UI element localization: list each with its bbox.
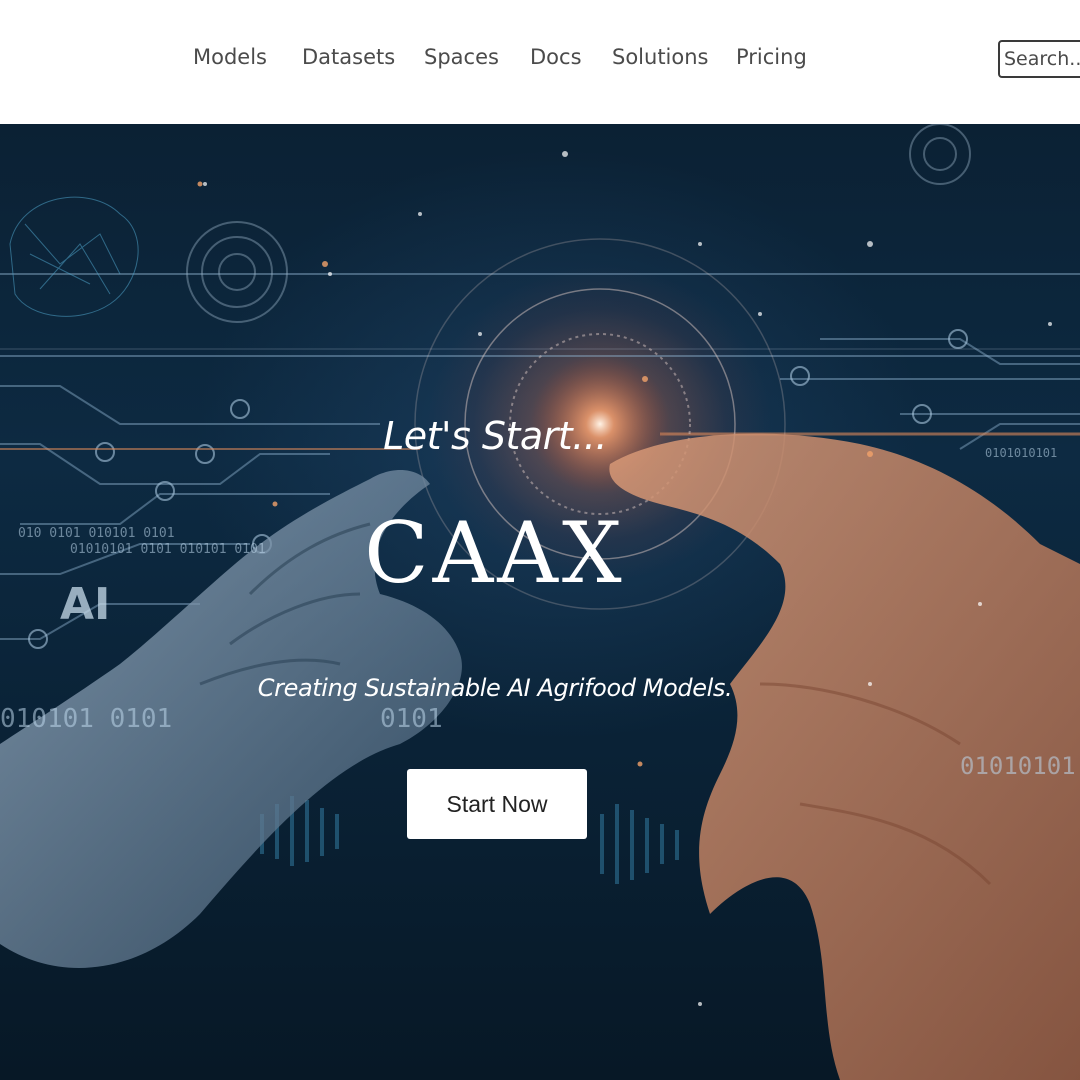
nav-item-models[interactable]: Models [193,38,267,76]
nav-item-docs[interactable]: Docs [530,38,582,76]
hero-eyebrow: Let's Start... [383,414,607,458]
hero-tagline: Creating Sustainable AI Agrifood Models. [257,674,733,702]
start-now-button[interactable]: Start Now [407,769,587,839]
nav-item-pricing[interactable]: Pricing [736,38,807,76]
binary-text: 010101 0101 [0,704,173,734]
nav-item-spaces[interactable]: Spaces [424,38,499,76]
binary-text: 0101 [380,704,443,734]
main-nav: Models Datasets Spaces Docs Solutions Pr… [0,38,900,78]
binary-text: 0101010101 [985,446,1058,460]
binary-text: 01010101 0101 [960,752,1080,780]
hero-banner: AI 010 0101 010101 0101 01010101 0101 01… [0,124,1080,1080]
hero-content: AI 010 0101 010101 0101 01010101 0101 01… [0,124,1080,1080]
hero-brand-title: CAAX [364,504,626,602]
nav-item-datasets[interactable]: Datasets [302,38,395,76]
top-navigation-bar: Models Datasets Spaces Docs Solutions Pr… [0,0,1080,124]
search-input[interactable] [998,40,1080,78]
nav-item-solutions[interactable]: Solutions [612,38,709,76]
